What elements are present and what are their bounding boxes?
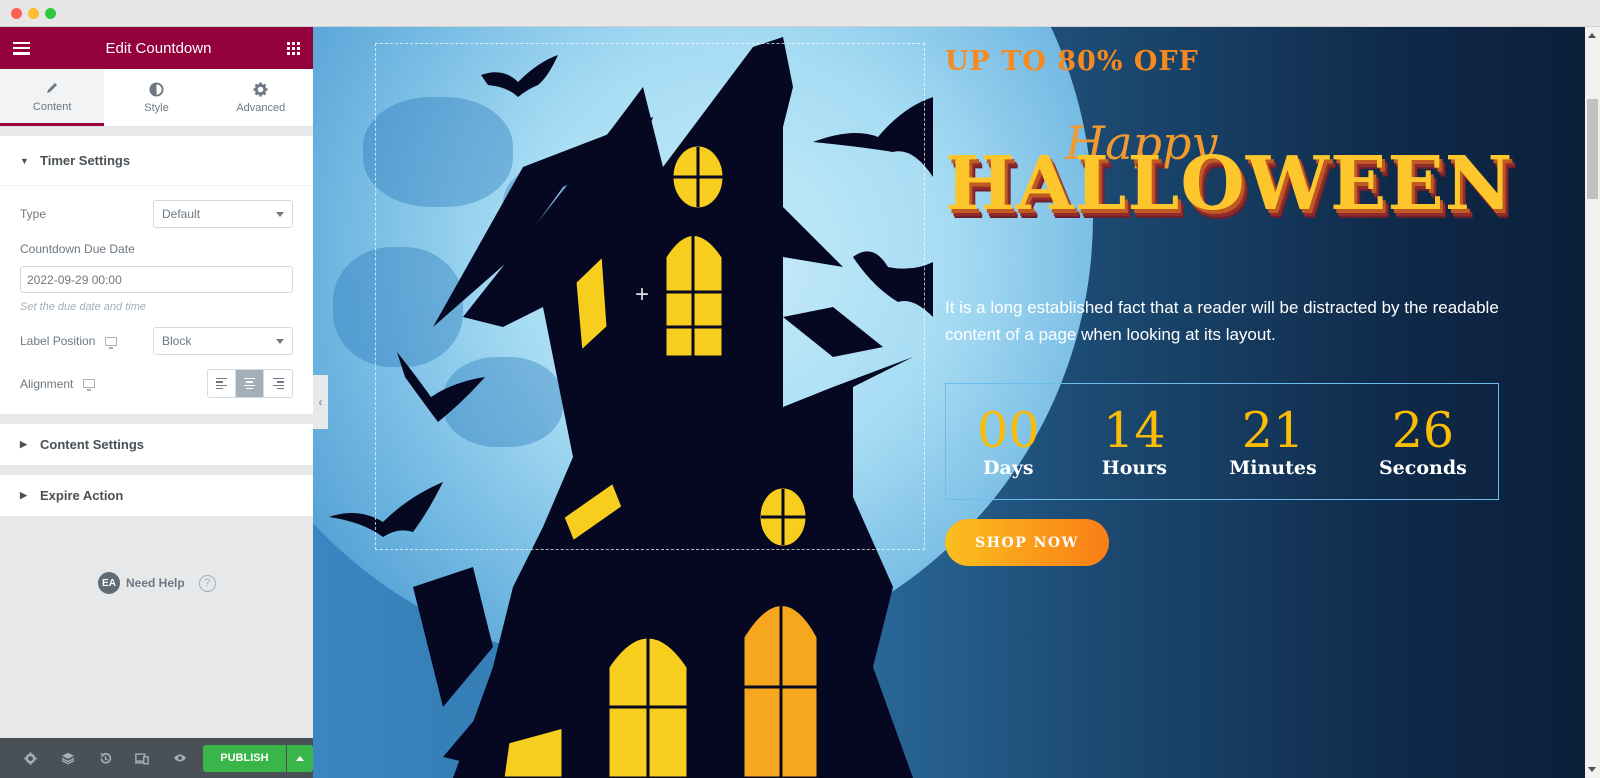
- alignment-control: [207, 369, 293, 398]
- countdown-hours-label: Hours: [1101, 456, 1167, 479]
- label-position-text: Label Position: [20, 334, 96, 348]
- editor-panel: Edit Countdown Content Style Advanced ▼ …: [0, 27, 314, 778]
- desktop-icon[interactable]: [83, 379, 96, 391]
- due-date-input[interactable]: [20, 266, 293, 293]
- countdown-days-value: 00: [977, 401, 1040, 459]
- countdown-timer[interactable]: 00 Days 14 Hours 21 Minutes 26 Seconds: [945, 383, 1499, 500]
- align-center-icon: [244, 377, 255, 390]
- add-element-icon[interactable]: +: [635, 281, 649, 309]
- caret-up-icon: [295, 755, 304, 761]
- due-date-label: Countdown Due Date: [20, 242, 135, 256]
- countdown-seconds-value: 26: [1391, 401, 1455, 459]
- due-date-hint: Set the due date and time: [20, 301, 146, 313]
- selected-widget-outline[interactable]: [375, 43, 925, 550]
- layers-icon[interactable]: [49, 751, 86, 765]
- ea-logo-icon: EA: [98, 572, 120, 594]
- label-position-value: Block: [162, 334, 192, 348]
- countdown-minutes-label: Minutes: [1229, 456, 1317, 479]
- desktop-icon[interactable]: [105, 336, 118, 349]
- panel-header: Edit Countdown: [0, 27, 313, 69]
- expire-action-toggle[interactable]: ▶ Expire Action: [0, 475, 313, 516]
- offer-heading: UP TO 80% OFF: [945, 46, 1199, 77]
- type-label: Type: [20, 207, 47, 221]
- scrollbar-thumb[interactable]: [1587, 99, 1598, 199]
- widgets-grid-icon[interactable]: [287, 41, 300, 55]
- tab-advanced[interactable]: Advanced: [209, 69, 313, 126]
- countdown-seconds-label: Seconds: [1378, 456, 1467, 479]
- content-settings-section: ▶ Content Settings: [0, 424, 313, 465]
- countdown-seconds: 26 Seconds: [1378, 401, 1467, 479]
- publish-options-button[interactable]: [286, 744, 314, 772]
- align-right-button[interactable]: [264, 370, 292, 397]
- need-help-label: Need Help: [126, 576, 185, 590]
- panel-footer: PUBLISH: [0, 738, 314, 778]
- countdown-hours: 14 Hours: [1101, 401, 1167, 479]
- minimize-window-button[interactable]: [28, 8, 39, 19]
- countdown-days-label: Days: [983, 456, 1034, 479]
- panel-tabs: Content Style Advanced: [0, 69, 313, 127]
- promo-content: UP TO 80% OFF Happy HALLOWEEN It is a lo…: [945, 42, 1512, 566]
- publish-button[interactable]: PUBLISH: [203, 744, 286, 772]
- chevron-down-icon: [276, 211, 284, 217]
- shop-now-button[interactable]: SHOP NOW: [945, 519, 1109, 566]
- chevron-down-icon: [276, 338, 284, 344]
- scroll-up-icon[interactable]: [1588, 33, 1596, 38]
- history-icon[interactable]: [87, 752, 124, 765]
- window-titlebar: [0, 0, 1600, 27]
- expire-action-title: Expire Action: [40, 488, 124, 503]
- label-position-select[interactable]: Block: [153, 327, 293, 355]
- tab-advanced-label: Advanced: [236, 102, 286, 114]
- countdown-days: 00 Days: [977, 401, 1040, 479]
- caret-right-icon: ▶: [20, 439, 27, 449]
- label-position-label: Label Position: [20, 334, 118, 349]
- countdown-minutes-value: 21: [1241, 401, 1305, 459]
- timer-settings-toggle[interactable]: ▼ Timer Settings: [0, 136, 313, 186]
- type-select[interactable]: Default: [153, 200, 293, 228]
- settings-icon[interactable]: [12, 751, 49, 765]
- responsive-icon[interactable]: [124, 752, 161, 765]
- close-window-button[interactable]: [11, 8, 22, 19]
- countdown-minutes: 21 Minutes: [1229, 401, 1317, 479]
- tab-content[interactable]: Content: [0, 69, 105, 126]
- need-help-link[interactable]: EA Need Help ?: [98, 572, 216, 594]
- alignment-text: Alignment: [20, 376, 74, 391]
- contrast-icon: [149, 81, 164, 97]
- eye-icon[interactable]: [161, 753, 198, 763]
- tab-style[interactable]: Style: [104, 69, 208, 126]
- collapse-panel-button[interactable]: ‹: [313, 375, 328, 429]
- tab-style-label: Style: [144, 102, 169, 114]
- content-settings-title: Content Settings: [40, 437, 144, 452]
- align-center-button[interactable]: [236, 370, 264, 397]
- scroll-down-icon[interactable]: [1588, 767, 1596, 772]
- timer-settings-title: Timer Settings: [40, 153, 131, 168]
- promo-description: It is a long established fact that a rea…: [945, 298, 1499, 344]
- question-icon: ?: [198, 574, 216, 592]
- timer-settings-section: ▼ Timer Settings Type Default Countdown …: [0, 136, 313, 414]
- menu-icon[interactable]: [13, 41, 30, 55]
- vertical-scrollbar[interactable]: [1585, 27, 1600, 778]
- content-settings-toggle[interactable]: ▶ Content Settings: [0, 424, 313, 465]
- align-right-icon: [272, 377, 284, 390]
- tab-content-label: Content: [32, 100, 72, 113]
- panel-title: Edit Countdown: [105, 39, 212, 57]
- countdown-hours-value: 14: [1103, 401, 1166, 459]
- expire-action-section: ▶ Expire Action: [0, 475, 313, 516]
- caret-down-icon: ▼: [20, 155, 29, 166]
- pencil-icon: [45, 80, 59, 96]
- alignment-label: Alignment: [20, 376, 96, 391]
- align-left-button[interactable]: [208, 370, 236, 397]
- gear-icon: [253, 81, 268, 97]
- chevron-left-icon: ‹: [318, 395, 323, 409]
- align-left-icon: [216, 377, 227, 390]
- halloween-title: HALLOWEEN: [945, 141, 1514, 227]
- type-select-value: Default: [162, 207, 201, 221]
- maximize-window-button[interactable]: [45, 8, 56, 19]
- preview-canvas: + UP TO 80% OFF Happy HALLOWEEN It is a …: [313, 27, 1585, 778]
- caret-right-icon: ▶: [20, 490, 27, 500]
